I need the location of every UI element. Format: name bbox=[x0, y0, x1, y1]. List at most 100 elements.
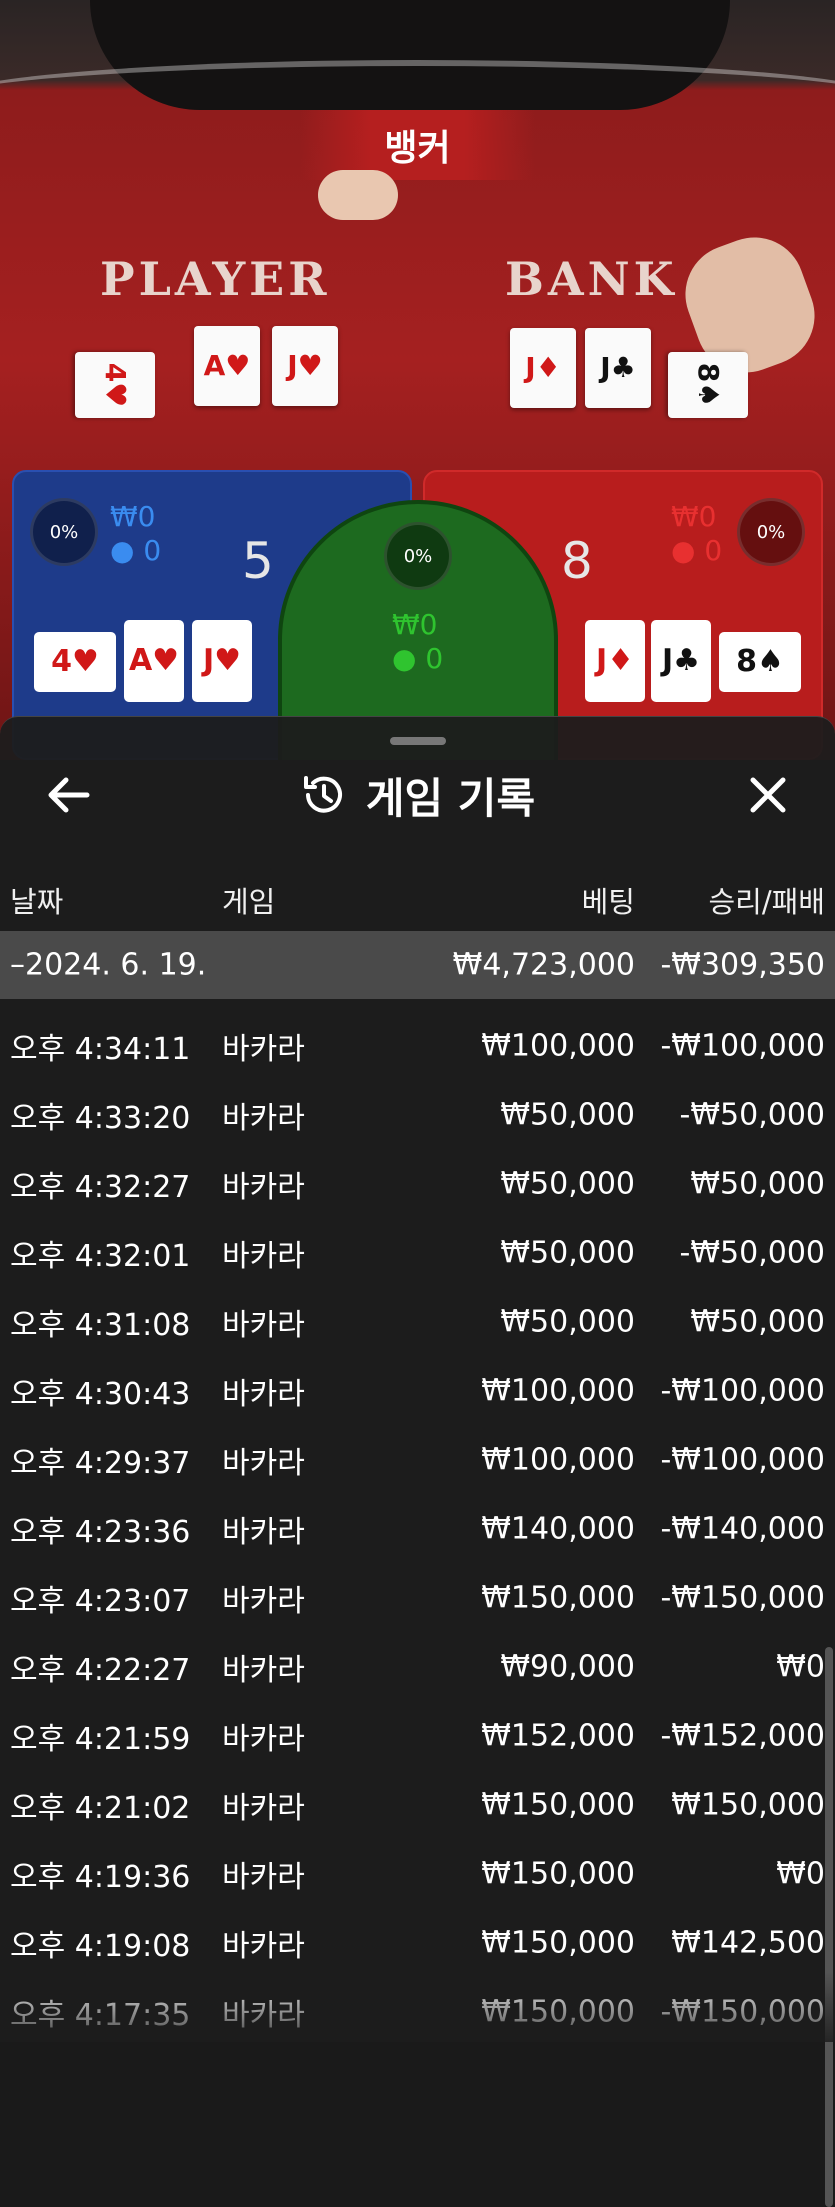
row-time: 오후 4:17:35 bbox=[10, 1997, 191, 2033]
table-row[interactable]: 오후 4:23:07 바카라 ₩150,000 -₩150,000 bbox=[0, 1563, 835, 1632]
row-time: 오후 4:32:27 bbox=[10, 1169, 191, 1205]
tie-count-value: 0 bbox=[425, 642, 444, 675]
player-mini-card-3: J♥ bbox=[192, 620, 252, 702]
tie-percent: 0% bbox=[384, 522, 452, 590]
row-result: -₩150,000 bbox=[660, 1580, 825, 1615]
table-row[interactable]: 오후 4:34:11 바카라 ₩100,000 -₩100,000 bbox=[0, 1011, 835, 1080]
table-row[interactable]: 오후 4:32:01 바카라 ₩50,000 -₩50,000 bbox=[0, 1218, 835, 1287]
date-summary-row[interactable]: –2024. 6. 19. ₩4,723,000 -₩309,350 bbox=[0, 931, 835, 999]
row-result: ₩50,000 bbox=[690, 1166, 825, 1201]
row-game: 바카라 bbox=[222, 1514, 305, 1550]
row-bet: ₩50,000 bbox=[500, 1166, 635, 1201]
history-icon bbox=[303, 776, 342, 813]
history-table: 날짜 게임 베팅 승리/패배 –2024. 6. 19. ₩4,723,000 … bbox=[0, 869, 835, 2046]
table-row[interactable]: 오후 4:30:43 바카라 ₩100,000 -₩100,000 bbox=[0, 1356, 835, 1425]
row-game: 바카라 bbox=[222, 1583, 305, 1619]
row-game: 바카라 bbox=[222, 1445, 305, 1481]
banker-score: 8 bbox=[561, 532, 593, 590]
header-game: 게임 bbox=[222, 885, 276, 919]
row-game: 바카라 bbox=[222, 1100, 305, 1136]
row-bet: ₩50,000 bbox=[500, 1235, 635, 1270]
sheet-header: 게임 기록 bbox=[0, 767, 835, 823]
banker-label: BANK bbox=[505, 252, 678, 306]
row-time: 오후 4:29:37 bbox=[10, 1445, 191, 1481]
user-icon: ● bbox=[110, 534, 135, 567]
summary-date: –2024. 6. 19. bbox=[10, 947, 207, 983]
row-game: 바카라 bbox=[222, 1997, 305, 2033]
player-card-3: J♥ bbox=[272, 326, 338, 406]
row-result: ₩0 bbox=[776, 1856, 825, 1891]
player-count-value: 0 bbox=[143, 534, 162, 567]
player-card-1: 4♥ bbox=[75, 352, 155, 418]
row-bet: ₩100,000 bbox=[481, 1442, 635, 1477]
header-result: 승리/패배 bbox=[708, 885, 826, 919]
row-game: 바카라 bbox=[222, 1652, 305, 1688]
row-bet: ₩50,000 bbox=[500, 1097, 635, 1132]
row-bet: ₩150,000 bbox=[481, 1787, 635, 1822]
row-time: 오후 4:22:27 bbox=[10, 1652, 191, 1688]
row-game: 바카라 bbox=[222, 1376, 305, 1412]
row-bet: ₩150,000 bbox=[481, 1925, 635, 1960]
row-result: -₩152,000 bbox=[660, 1718, 825, 1753]
row-result: -₩50,000 bbox=[679, 1097, 825, 1132]
banker-count: ● 0 bbox=[671, 534, 722, 567]
table-row[interactable]: 오후 4:33:20 바카라 ₩50,000 -₩50,000 bbox=[0, 1080, 835, 1149]
row-bet: ₩100,000 bbox=[481, 1373, 635, 1408]
row-result: ₩0 bbox=[776, 1649, 825, 1684]
scrollbar[interactable] bbox=[825, 1647, 833, 2207]
table-row[interactable]: 오후 4:17:35 바카라 ₩150,000 -₩150,000 bbox=[0, 1977, 835, 2046]
row-time: 오후 4:33:20 bbox=[10, 1100, 191, 1136]
header-bet: 베팅 bbox=[581, 885, 635, 919]
row-game: 바카라 bbox=[222, 1928, 305, 1964]
row-game: 바카라 bbox=[222, 1031, 305, 1067]
banker-mini-card-1: J♦ bbox=[585, 620, 645, 702]
row-bet: ₩152,000 bbox=[481, 1718, 635, 1753]
table-row[interactable]: 오후 4:31:08 바카라 ₩50,000 ₩50,000 bbox=[0, 1287, 835, 1356]
row-time: 오후 4:23:36 bbox=[10, 1514, 191, 1550]
arrow-left-icon bbox=[48, 777, 90, 813]
dealer-hand bbox=[318, 170, 398, 220]
row-time: 오후 4:31:08 bbox=[10, 1307, 191, 1343]
row-bet: ₩50,000 bbox=[500, 1304, 635, 1339]
banker-mini-card-2: J♣ bbox=[651, 620, 711, 702]
row-game: 바카라 bbox=[222, 1307, 305, 1343]
close-button[interactable] bbox=[740, 767, 796, 823]
banker-card-3: 8♠ bbox=[668, 352, 748, 418]
game-video-background: 뱅커 PLAYER BANK 4♥ A♥ J♥ J♦ J♣ 8♠ 0% ₩0 ●… bbox=[0, 0, 835, 760]
player-count: ● 0 bbox=[110, 534, 161, 567]
row-time: 오후 4:30:43 bbox=[10, 1376, 191, 1412]
row-bet: ₩100,000 bbox=[481, 1028, 635, 1063]
user-icon: ● bbox=[392, 642, 417, 675]
row-result: -₩100,000 bbox=[660, 1442, 825, 1477]
table-row[interactable]: 오후 4:21:59 바카라 ₩152,000 -₩152,000 bbox=[0, 1701, 835, 1770]
summary-result: -₩309,350 bbox=[660, 947, 825, 983]
table-row[interactable]: 오후 4:19:36 바카라 ₩150,000 ₩0 bbox=[0, 1839, 835, 1908]
row-game: 바카라 bbox=[222, 1238, 305, 1274]
player-percent: 0% bbox=[30, 498, 98, 566]
row-time: 오후 4:21:59 bbox=[10, 1721, 191, 1757]
sheet-title: 게임 기록 bbox=[365, 773, 536, 823]
game-history-sheet: 게임 기록 날짜 게임 베팅 승리/패배 –2024. 6. 19. ₩4,72… bbox=[0, 716, 835, 2207]
user-icon: ● bbox=[671, 534, 696, 567]
row-result: -₩140,000 bbox=[660, 1511, 825, 1546]
table-row[interactable]: 오후 4:19:08 바카라 ₩150,000 ₩142,500 bbox=[0, 1908, 835, 1977]
banker-count-value: 0 bbox=[704, 534, 723, 567]
banker-percent: 0% bbox=[737, 498, 805, 566]
close-icon bbox=[750, 777, 786, 813]
row-result: ₩142,500 bbox=[671, 1925, 825, 1960]
table-row[interactable]: 오후 4:22:27 바카라 ₩90,000 ₩0 bbox=[0, 1632, 835, 1701]
table-header: 날짜 게임 베팅 승리/패배 bbox=[0, 869, 835, 931]
sheet-drag-handle[interactable] bbox=[390, 737, 446, 745]
summary-bet: ₩4,723,000 bbox=[452, 947, 635, 983]
header-date: 날짜 bbox=[10, 885, 64, 919]
row-result: -₩100,000 bbox=[660, 1373, 825, 1408]
table-row[interactable]: 오후 4:29:37 바카라 ₩100,000 -₩100,000 bbox=[0, 1425, 835, 1494]
row-result: ₩50,000 bbox=[690, 1304, 825, 1339]
table-row[interactable]: 오후 4:21:02 바카라 ₩150,000 ₩150,000 bbox=[0, 1770, 835, 1839]
row-time: 오후 4:34:11 bbox=[10, 1031, 191, 1067]
back-button[interactable] bbox=[40, 767, 96, 823]
history-rows: 오후 4:34:11 바카라 ₩100,000 -₩100,000 오후 4:33:20… bbox=[0, 1011, 835, 2046]
table-row[interactable]: 오후 4:32:27 바카라 ₩50,000 ₩50,000 bbox=[0, 1149, 835, 1218]
table-row[interactable]: 오후 4:23:36 바카라 ₩140,000 -₩140,000 bbox=[0, 1494, 835, 1563]
row-time: 오후 4:19:36 bbox=[10, 1859, 191, 1895]
